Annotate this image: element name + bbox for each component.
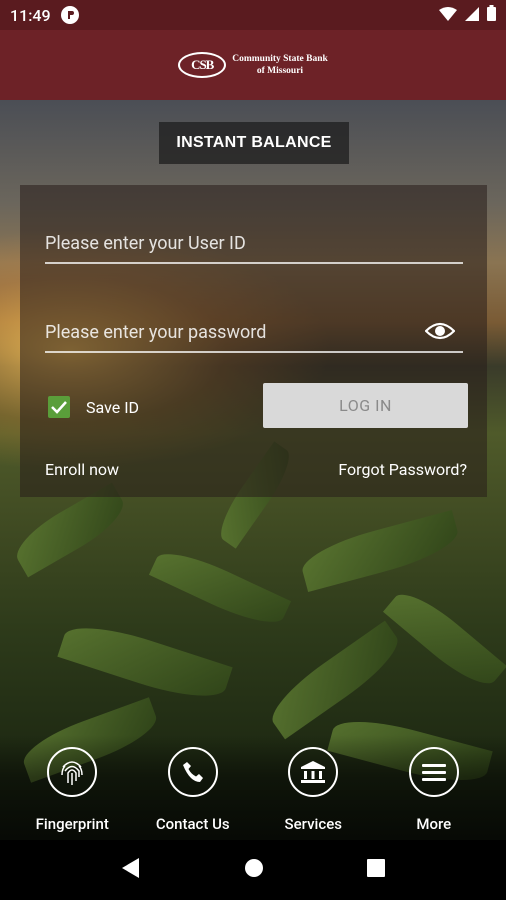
user-id-input[interactable]: Please enter your User ID <box>45 233 463 264</box>
show-password-eye-icon[interactable] <box>424 320 456 342</box>
bank-logo: CSB Community State Bank of Missouri <box>178 52 328 78</box>
nav-item-contact-us[interactable]: Contact Us <box>138 747 248 833</box>
enroll-now-link[interactable]: Enroll now <box>45 460 119 479</box>
nav-label-contact-us: Contact Us <box>155 815 230 833</box>
password-input[interactable]: Please enter your password <box>45 322 463 353</box>
nav-label-fingerprint: Fingerprint <box>35 815 109 833</box>
bank-icon[interactable] <box>288 747 339 797</box>
instant-balance-button[interactable]: INSTANT BALANCE <box>159 122 349 164</box>
android-nav-bar <box>0 840 506 900</box>
nav-item-more[interactable]: More <box>379 747 489 833</box>
nav-item-services[interactable]: Services <box>258 747 368 833</box>
status-bar: 11:49 <box>0 0 506 30</box>
logo-mark: CSB <box>178 52 227 78</box>
wifi-icon <box>439 6 457 25</box>
recents-icon[interactable] <box>366 859 385 881</box>
logo-name-line1: Community State Bank <box>232 54 328 64</box>
back-icon[interactable] <box>121 857 141 883</box>
save-id-checkbox[interactable] <box>48 396 70 418</box>
menu-icon[interactable] <box>408 747 459 797</box>
login-button[interactable]: LOG IN <box>263 383 468 428</box>
login-panel: Please enter your User ID Please enter y… <box>20 185 487 497</box>
fingerprint-icon[interactable] <box>47 747 98 797</box>
nav-label-services: Services <box>284 815 342 833</box>
phone-icon[interactable] <box>167 747 218 797</box>
signal-icon <box>465 6 479 25</box>
logo-name-line2: of Missouri <box>256 66 304 76</box>
bottom-nav: Fingerprint Contact Us Services More <box>0 735 506 840</box>
logo-text: Community State Bank of Missouri <box>232 53 328 77</box>
notification-app-icon <box>60 6 79 24</box>
nav-label-more: More <box>416 815 452 833</box>
forgot-password-link[interactable]: Forgot Password? <box>338 460 467 479</box>
home-icon[interactable] <box>244 858 264 882</box>
app-header: CSB Community State Bank of Missouri <box>0 30 506 100</box>
save-id-label: Save ID <box>86 397 140 417</box>
nav-item-fingerprint[interactable]: Fingerprint <box>17 747 127 833</box>
battery-icon <box>487 5 496 25</box>
status-time: 11:49 <box>10 5 51 25</box>
password-placeholder: Please enter your password <box>45 322 267 343</box>
save-id-row[interactable]: Save ID <box>48 396 139 418</box>
